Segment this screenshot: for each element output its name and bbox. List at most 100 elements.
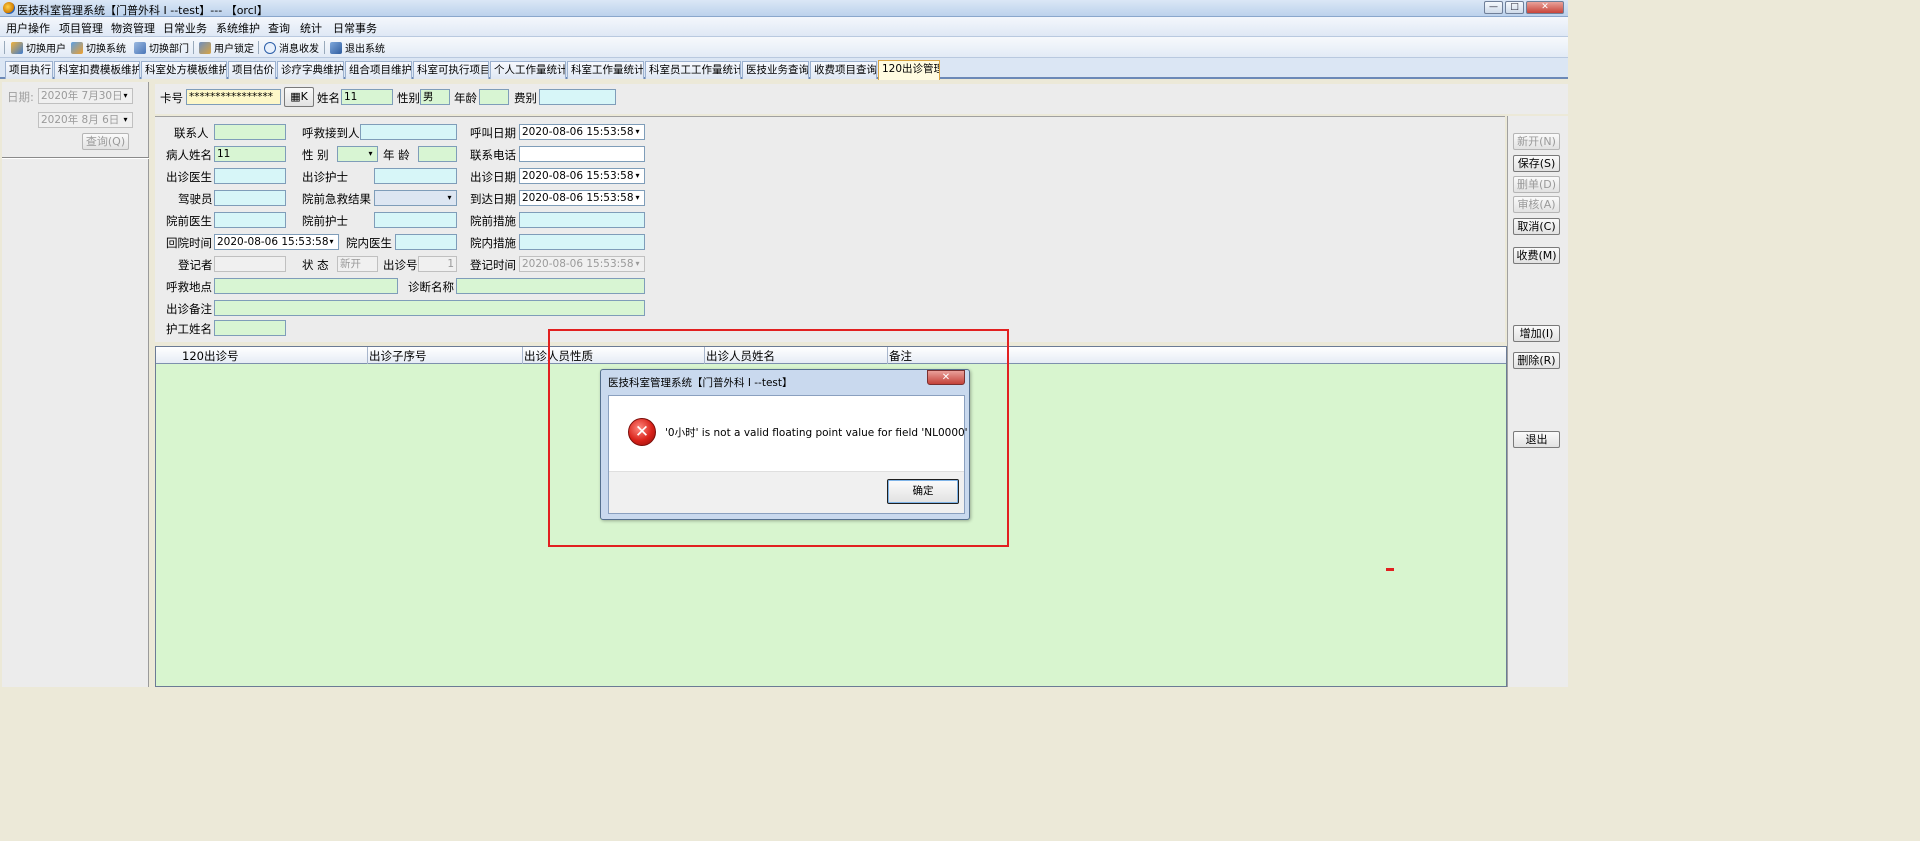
menu-daily-business[interactable]: 日常业务 [163, 20, 207, 36]
column-header[interactable]: 出诊子序号 [369, 348, 427, 364]
dialog-close-button[interactable]: ✕ [927, 370, 965, 385]
lock-user-button[interactable]: 用户锁定 [199, 40, 254, 55]
new-button[interactable]: 新开(N) [1513, 133, 1560, 150]
switch-department-button[interactable]: 切换部门 [134, 40, 189, 55]
minimize-button[interactable]: — [1484, 1, 1503, 14]
dialog-body: ✕ '0小时' is not a valid floating point va… [608, 395, 968, 514]
menu-statistics[interactable]: 统计 [300, 20, 322, 36]
audit-button[interactable]: 审核(A) [1513, 196, 1560, 213]
age-field[interactable] [479, 89, 509, 105]
chevron-down-icon: ▾ [329, 237, 334, 246]
gender-select[interactable]: ▾ [337, 146, 378, 162]
fee-type-label: 费别 [514, 91, 537, 105]
nurse-field[interactable] [374, 168, 457, 184]
date-from-picker[interactable]: 2020年 7月30日 ▾ [38, 88, 133, 104]
menu-material-mgmt[interactable]: 物资管理 [111, 20, 155, 36]
date-to-picker[interactable]: 2020年 8月 6日 ▾ [38, 112, 133, 128]
phone-field[interactable] [519, 146, 645, 162]
contact-field[interactable] [214, 124, 286, 140]
menu-user-ops[interactable]: 用户操作 [6, 20, 50, 36]
dialog-title: 医技科室管理系统【门普外科 I --test】 [608, 377, 793, 389]
prehospital-measure-field[interactable] [519, 212, 645, 228]
inhospital-measure-field[interactable] [519, 234, 645, 250]
patient-age-label: 年 龄 [383, 148, 410, 162]
patient-age-field[interactable] [418, 146, 457, 162]
tab-120-visit-mgmt[interactable]: 120出诊管理 [878, 60, 940, 80]
save-button[interactable]: 保存(S) [1513, 155, 1560, 172]
rescuer-label: 呼救接到人 [302, 126, 360, 140]
prehospital-nurse-field[interactable] [374, 212, 457, 228]
inhospital-doctor-field[interactable] [395, 234, 457, 250]
return-time-picker[interactable]: 2020-08-06 15:53:58 ▾ [214, 234, 339, 250]
cancel-button[interactable]: 取消(C) [1513, 218, 1560, 235]
ok-button[interactable]: 确定 [887, 479, 959, 504]
charge-button[interactable]: 收费(M) [1513, 247, 1560, 264]
driver-field[interactable] [214, 190, 286, 206]
doctor-field[interactable] [214, 168, 286, 184]
tab-fee-item-query[interactable]: 收费项目查询 [810, 61, 877, 79]
tab-dept-rx-template[interactable]: 科室处方模板维护 [141, 61, 227, 79]
tab-dept-fee-template[interactable]: 科室扣费模板维护 [54, 61, 140, 79]
messages-button[interactable]: 消息收发 [264, 40, 319, 55]
delete-doc-button[interactable]: 删单(D) [1513, 176, 1560, 193]
tab-dept-workload[interactable]: 科室工作量统计 [567, 61, 644, 79]
toolbar-separator [193, 41, 194, 54]
menu-daily-affairs[interactable]: 日常事务 [333, 20, 377, 36]
rescuer-field[interactable] [360, 124, 457, 140]
visit-date-label: 出诊日期 [470, 170, 516, 184]
patient-name-field[interactable]: 11 [214, 146, 286, 162]
worker-name-field[interactable] [214, 320, 286, 336]
user-lock-icon [199, 41, 211, 54]
card-reader-button[interactable]: ▦K [284, 87, 314, 107]
tab-dept-staff-workload[interactable]: 科室员工工作量统计 [645, 61, 741, 79]
tab-medtech-query[interactable]: 医技业务查询 [742, 61, 809, 79]
menu-system-maint[interactable]: 系统维护 [216, 20, 260, 36]
exit-system-button[interactable]: 退出系统 [330, 40, 385, 55]
prehospital-doctor-field[interactable] [214, 212, 286, 228]
exit-button[interactable]: 退出 [1513, 431, 1560, 448]
prehospital-result-select[interactable]: ▾ [374, 190, 457, 206]
registrar-field [214, 256, 286, 272]
column-header[interactable]: 120出诊号 [182, 348, 238, 364]
worker-name-label: 护工姓名 [166, 322, 212, 336]
column-divider[interactable] [367, 347, 368, 364]
switch-user-button[interactable]: 切换用户 [11, 40, 66, 55]
column-divider[interactable] [522, 347, 523, 364]
add-row-button[interactable]: 增加(I) [1513, 325, 1560, 342]
tab-personal-workload[interactable]: 个人工作量统计 [490, 61, 566, 79]
visit-date-picker[interactable]: 2020-08-06 15:53:58 ▾ [519, 168, 645, 184]
call-date-picker[interactable]: 2020-08-06 15:53:58 ▾ [519, 124, 645, 140]
inhospital-doctor-label: 院内医生 [346, 236, 392, 250]
call-place-field[interactable] [214, 278, 398, 294]
diagnosis-field[interactable] [456, 278, 645, 294]
tab-dept-exec-project[interactable]: 科室可执行项目 [413, 61, 489, 79]
query-button[interactable]: 查询(Q) [82, 133, 129, 150]
prehospital-measure-label: 院前措施 [470, 214, 516, 228]
fee-type-field[interactable] [539, 89, 616, 105]
maximize-button[interactable]: □ [1505, 1, 1524, 14]
inhospital-measure-label: 院内措施 [470, 236, 516, 250]
users-icon [11, 41, 23, 54]
close-window-button[interactable]: ✕ [1526, 1, 1564, 14]
arrive-date-picker[interactable]: 2020-08-06 15:53:58 ▾ [519, 190, 645, 206]
delete-row-button[interactable]: 删除(R) [1513, 352, 1560, 369]
chevron-down-icon: ▾ [123, 115, 128, 124]
menu-project-mgmt[interactable]: 项目管理 [59, 20, 103, 36]
switch-system-button[interactable]: 切换系统 [71, 40, 126, 55]
chevron-down-icon: ▾ [635, 171, 640, 180]
tab-project-exec[interactable]: 项目执行 [5, 61, 53, 79]
error-dialog: 医技科室管理系统【门普外科 I --test】 ✕ ✕ '0小时' is not… [600, 369, 970, 520]
card-number-field[interactable]: **************** [186, 89, 281, 105]
date-label: 日期: [7, 90, 34, 104]
prehospital-doctor-label: 院前医生 [166, 214, 212, 228]
sex-field[interactable]: 男 [420, 89, 450, 105]
tab-combo-project[interactable]: 组合项目维护 [345, 61, 412, 79]
card-label: 卡号 [160, 91, 183, 105]
visit-detail-form: 联系人 呼救接到人 呼叫日期 2020-08-06 15:53:58 ▾ 病人姓… [155, 116, 1505, 342]
remark-field[interactable] [214, 300, 645, 316]
name-field[interactable]: 11 [341, 89, 393, 105]
tab-project-estimate[interactable]: 项目估价 [228, 61, 276, 79]
tab-diagnosis-dict[interactable]: 诊疗字典维护 [277, 61, 344, 79]
menu-query[interactable]: 查询 [268, 20, 290, 36]
chevron-down-icon: ▾ [368, 149, 373, 158]
